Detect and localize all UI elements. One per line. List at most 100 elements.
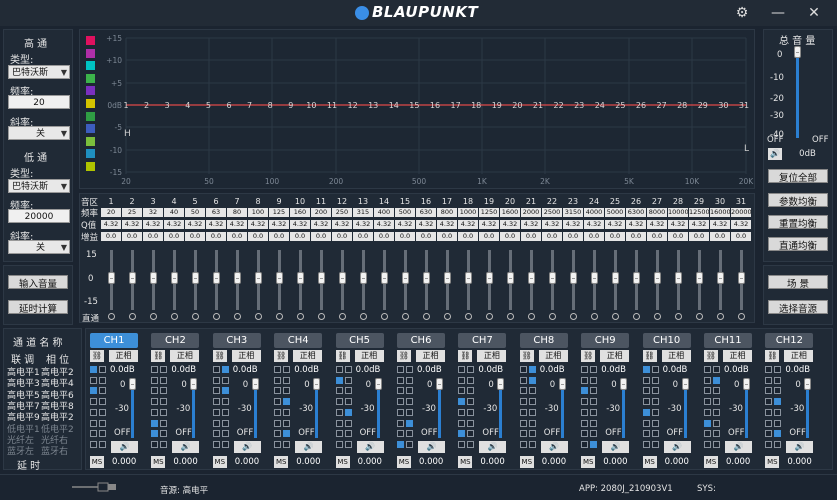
routing-checkbox[interactable]	[274, 430, 282, 438]
phase-button[interactable]: 正相	[354, 350, 384, 362]
routing-checkbox[interactable]	[704, 430, 711, 438]
routing-checkbox[interactable]	[99, 440, 106, 448]
band-q-input[interactable]: 4.32	[185, 220, 205, 229]
band-gain-input[interactable]: 0.0	[269, 232, 289, 241]
band-bypass-toggle[interactable]	[444, 313, 451, 320]
routing-checkbox[interactable]	[274, 387, 282, 395]
channel-volume-knob[interactable]	[190, 378, 198, 390]
band-q-input[interactable]: 4.32	[521, 220, 541, 229]
routing-checkbox[interactable]	[581, 398, 589, 406]
band-q-input[interactable]: 4.32	[605, 220, 625, 229]
ms-button[interactable]: MS	[335, 456, 350, 468]
routing-checkbox[interactable]	[651, 398, 659, 406]
reset-eq-button[interactable]: 重置均衡	[768, 215, 828, 230]
routing-checkbox[interactable]	[160, 398, 168, 406]
routing-checkbox[interactable]	[99, 366, 106, 373]
band-gain-input[interactable]: 0.0	[143, 232, 163, 241]
routing-checkbox[interactable]	[221, 398, 229, 406]
link-icon[interactable]: ⛓	[151, 350, 166, 362]
routing-checkbox[interactable]	[651, 430, 659, 438]
phase-button[interactable]: 正相	[538, 350, 568, 362]
band-q-input[interactable]: 4.32	[353, 220, 373, 229]
band-gain-input[interactable]: 0.0	[332, 232, 352, 241]
routing-checkbox[interactable]	[642, 398, 650, 406]
band-fader-knob[interactable]	[507, 272, 514, 284]
band-fader-knob[interactable]	[549, 272, 556, 284]
band-freq-input[interactable]: 5000	[605, 208, 625, 217]
routing-checkbox[interactable]	[397, 430, 404, 438]
routing-checkbox[interactable]	[651, 387, 659, 395]
band-freq-input[interactable]: 32	[143, 208, 163, 217]
band-fader-knob[interactable]	[213, 272, 220, 284]
band-freq-input[interactable]: 400	[374, 208, 394, 217]
channel-tab-ch1[interactable]: CH1	[90, 333, 138, 348]
band-bypass-toggle[interactable]	[612, 313, 619, 320]
lowpass-type-select[interactable]: 巴特沃斯 ▼	[8, 179, 70, 193]
band-fader-knob[interactable]	[486, 272, 493, 284]
routing-checkbox[interactable]	[519, 440, 527, 448]
band-q-input[interactable]: 4.32	[542, 220, 562, 229]
band-bypass-toggle[interactable]	[738, 313, 745, 320]
routing-checkbox[interactable]	[467, 398, 475, 406]
band-freq-input[interactable]: 63	[206, 208, 226, 217]
link-icon[interactable]: ⛓	[90, 350, 104, 362]
routing-checkbox[interactable]	[397, 366, 404, 373]
bypass-eq-button[interactable]: 直通均衡	[768, 237, 828, 252]
param-eq-button[interactable]: 参数均衡	[768, 193, 828, 208]
routing-checkbox[interactable]	[99, 419, 106, 427]
routing-checkbox[interactable]	[212, 430, 220, 438]
channel-volume-knob[interactable]	[804, 378, 812, 390]
routing-checkbox[interactable]	[212, 440, 220, 448]
band-gain-input[interactable]: 0.0	[731, 232, 751, 241]
gear-icon[interactable]: ⚙	[733, 4, 751, 22]
routing-checkbox[interactable]	[765, 419, 773, 427]
routing-checkbox[interactable]	[160, 430, 168, 438]
routing-checkbox[interactable]	[212, 366, 220, 373]
channel-tab-ch12[interactable]: CH12	[765, 333, 814, 348]
routing-checkbox[interactable]	[581, 366, 589, 373]
routing-checkbox[interactable]	[397, 440, 404, 448]
routing-checkbox[interactable]	[458, 398, 466, 406]
band-fader-knob[interactable]	[255, 272, 262, 284]
routing-checkbox[interactable]	[765, 366, 773, 373]
routing-checkbox[interactable]	[774, 376, 782, 384]
band-bypass-toggle[interactable]	[129, 313, 136, 320]
routing-checkbox[interactable]	[160, 440, 168, 448]
routing-checkbox[interactable]	[221, 376, 229, 384]
routing-checkbox[interactable]	[458, 376, 466, 384]
phase-button[interactable]: 正相	[109, 350, 138, 362]
routing-checkbox[interactable]	[274, 376, 282, 384]
ms-button[interactable]: MS	[642, 456, 657, 468]
band-gain-input[interactable]: 0.0	[101, 232, 121, 241]
routing-checkbox[interactable]	[221, 408, 229, 416]
routing-checkbox[interactable]	[406, 376, 413, 384]
band-gain-input[interactable]: 0.0	[122, 232, 142, 241]
band-bypass-toggle[interactable]	[234, 313, 241, 320]
select-source-button[interactable]: 选择音源	[768, 300, 828, 315]
band-gain-input[interactable]: 0.0	[206, 232, 226, 241]
band-fader-knob[interactable]	[570, 272, 577, 284]
routing-checkbox[interactable]	[221, 430, 229, 438]
routing-checkbox[interactable]	[212, 419, 220, 427]
routing-checkbox[interactable]	[590, 419, 598, 427]
ms-button[interactable]: MS	[765, 456, 780, 468]
routing-checkbox[interactable]	[406, 408, 413, 416]
routing-checkbox[interactable]	[765, 376, 773, 384]
routing-checkbox[interactable]	[344, 419, 352, 427]
routing-checkbox[interactable]	[344, 366, 352, 373]
routing-checkbox[interactable]	[397, 419, 404, 427]
routing-checkbox[interactable]	[704, 366, 711, 373]
band-q-input[interactable]: 4.32	[416, 220, 436, 229]
input-volume-button[interactable]: 输入音量	[8, 275, 68, 290]
routing-checkbox[interactable]	[99, 430, 106, 438]
channel-color-swatch[interactable]	[86, 73, 95, 83]
routing-checkbox[interactable]	[283, 440, 291, 448]
routing-checkbox[interactable]	[704, 419, 711, 427]
band-gain-input[interactable]: 0.0	[563, 232, 583, 241]
routing-checkbox[interactable]	[581, 440, 589, 448]
routing-checkbox[interactable]	[160, 408, 168, 416]
band-bypass-toggle[interactable]	[486, 313, 493, 320]
band-q-input[interactable]: 4.32	[101, 220, 121, 229]
routing-checkbox[interactable]	[335, 398, 343, 406]
routing-checkbox[interactable]	[528, 430, 536, 438]
